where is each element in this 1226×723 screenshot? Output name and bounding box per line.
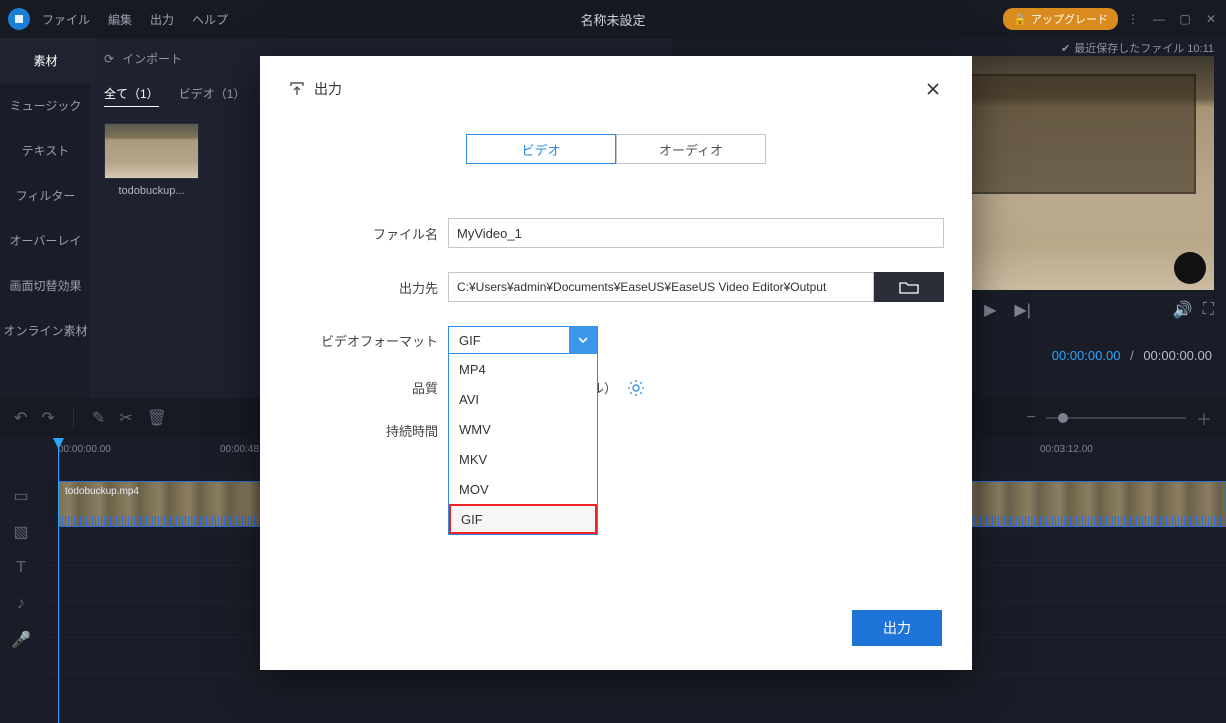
- zoom-in-icon[interactable]: ＋: [1196, 406, 1212, 430]
- media-tab-all[interactable]: 全て（1）: [104, 85, 159, 107]
- folder-icon: [899, 280, 919, 294]
- menu-help[interactable]: ヘルプ: [192, 11, 228, 28]
- sidebar-item-overlay[interactable]: オーバーレイ: [0, 218, 91, 263]
- last-saved-label: ✔ 最近保存したファイル 10:11: [1061, 40, 1214, 56]
- close-dialog-button[interactable]: [922, 78, 944, 100]
- edit-icon[interactable]: ✎: [92, 408, 105, 428]
- format-selected-value: GIF: [459, 333, 481, 348]
- export-dialog: 出力 ビデオ オーディオ ファイル名 出力先 ビデオフォーマット: [260, 56, 972, 670]
- format-select[interactable]: GIF: [448, 326, 598, 354]
- import-button[interactable]: インポート: [122, 50, 182, 67]
- time-separator: /: [1130, 348, 1134, 363]
- format-option-mov[interactable]: MOV: [449, 474, 597, 504]
- sidebar-item-filter[interactable]: フィルター: [0, 173, 91, 218]
- format-option-wmv[interactable]: WMV: [449, 414, 597, 444]
- media-tab-video[interactable]: ビデオ（1）: [179, 85, 246, 107]
- track-icons: ▭ ▧ T ♪ 🎤: [0, 478, 42, 658]
- filename-label: ファイル名: [288, 224, 438, 243]
- track-audio-icon[interactable]: ♪: [0, 586, 42, 622]
- upgrade-button[interactable]: 🔒 アップグレード: [1003, 8, 1118, 30]
- menu-file[interactable]: ファイル: [42, 11, 90, 28]
- track-voice-icon[interactable]: 🎤: [0, 622, 42, 658]
- split-icon[interactable]: ✂: [119, 408, 132, 428]
- lock-icon: 🔒: [1013, 13, 1027, 26]
- minimize-icon[interactable]: —: [1152, 12, 1166, 26]
- maximize-icon[interactable]: ▢: [1178, 12, 1192, 26]
- redo-icon[interactable]: ↷: [41, 408, 54, 428]
- import-icon[interactable]: ⟳: [104, 52, 114, 66]
- ruler-tick: 00:03:12.00: [1040, 444, 1093, 455]
- quality-label: 品質: [288, 378, 438, 397]
- preview-time: 00:00:00.00 / 00:00:00.00: [1052, 348, 1212, 363]
- track-image-icon[interactable]: ▧: [0, 514, 42, 550]
- tab-audio[interactable]: オーディオ: [616, 134, 766, 164]
- track-text-icon[interactable]: T: [0, 550, 42, 586]
- zoom-knob[interactable]: [1058, 413, 1068, 423]
- sidebar-item-online[interactable]: オンライン素材: [0, 308, 91, 353]
- format-label: ビデオフォーマット: [288, 331, 438, 350]
- next-frame-icon[interactable]: ▶|: [1014, 300, 1030, 320]
- title-bar: ファイル 編集 出力 ヘルプ 名称未設定 🔒 アップグレード ⋮ — ▢ ✕: [0, 0, 1226, 38]
- format-dropdown: MP4 AVI WMV MKV MOV GIF: [448, 354, 598, 535]
- gear-icon: [627, 379, 645, 397]
- export-icon: [288, 80, 306, 98]
- sidebar-item-media[interactable]: 素材: [0, 38, 91, 83]
- more-icon[interactable]: ⋮: [1126, 12, 1140, 26]
- undo-icon[interactable]: ↶: [14, 408, 27, 428]
- preview-character: [1174, 252, 1206, 284]
- zoom-out-icon[interactable]: −: [1027, 409, 1036, 427]
- chevron-down-icon: [569, 326, 597, 354]
- zoom-slider[interactable]: [1046, 417, 1186, 419]
- main-menu: ファイル 編集 出力 ヘルプ: [42, 11, 228, 28]
- media-thumb-label: todobuckup...: [104, 185, 199, 197]
- clip-label: todobuckup.mp4: [65, 486, 139, 497]
- sidebar-item-music[interactable]: ミュージック: [0, 83, 91, 128]
- playhead[interactable]: [58, 438, 59, 723]
- export-type-tabs: ビデオ オーディオ: [466, 134, 766, 164]
- tab-video[interactable]: ビデオ: [466, 134, 616, 164]
- filename-input[interactable]: [448, 218, 944, 248]
- last-saved-text: 最近保存したファイル 10:11: [1074, 40, 1214, 56]
- format-option-avi[interactable]: AVI: [449, 384, 597, 414]
- export-button[interactable]: 出力: [852, 610, 942, 646]
- window-title: 名称未設定: [580, 10, 645, 29]
- output-path-input[interactable]: [448, 272, 874, 302]
- play-icon[interactable]: ▶: [984, 300, 996, 320]
- browse-button[interactable]: [874, 272, 944, 302]
- format-option-gif[interactable]: GIF: [449, 504, 597, 534]
- fullscreen-icon[interactable]: ⛶: [1203, 301, 1214, 319]
- upgrade-label: アップグレード: [1031, 11, 1108, 27]
- export-title: 出力: [314, 79, 342, 99]
- track-video-icon[interactable]: ▭: [0, 478, 42, 514]
- format-option-mkv[interactable]: MKV: [449, 444, 597, 474]
- duration-label: 持続時間: [288, 421, 438, 440]
- sidebar-item-transition[interactable]: 画面切替効果: [0, 263, 91, 308]
- volume-icon[interactable]: 🔊: [1173, 300, 1193, 320]
- media-thumb-image: [104, 123, 199, 179]
- ruler-tick: 00:00:00.00: [58, 444, 111, 455]
- menu-edit[interactable]: 編集: [108, 11, 132, 28]
- close-window-icon[interactable]: ✕: [1204, 12, 1218, 26]
- toolbar-divider: [73, 408, 74, 428]
- sidebar-item-text[interactable]: テキスト: [0, 128, 91, 173]
- check-icon: ✔: [1061, 42, 1070, 55]
- current-time: 00:00:00.00: [1052, 348, 1121, 363]
- menu-export[interactable]: 出力: [150, 11, 174, 28]
- close-icon: [926, 82, 940, 96]
- format-option-mp4[interactable]: MP4: [449, 354, 597, 384]
- media-thumbnail[interactable]: todobuckup...: [104, 123, 199, 197]
- delete-icon[interactable]: 🗑: [147, 408, 167, 428]
- quality-settings-button[interactable]: [627, 379, 645, 397]
- output-path-label: 出力先: [288, 278, 438, 297]
- category-sidebar: 素材 ミュージック テキスト フィルター オーバーレイ 画面切替効果 オンライン…: [0, 38, 92, 398]
- app-logo: [8, 8, 30, 30]
- total-time: 00:00:00.00: [1143, 348, 1212, 363]
